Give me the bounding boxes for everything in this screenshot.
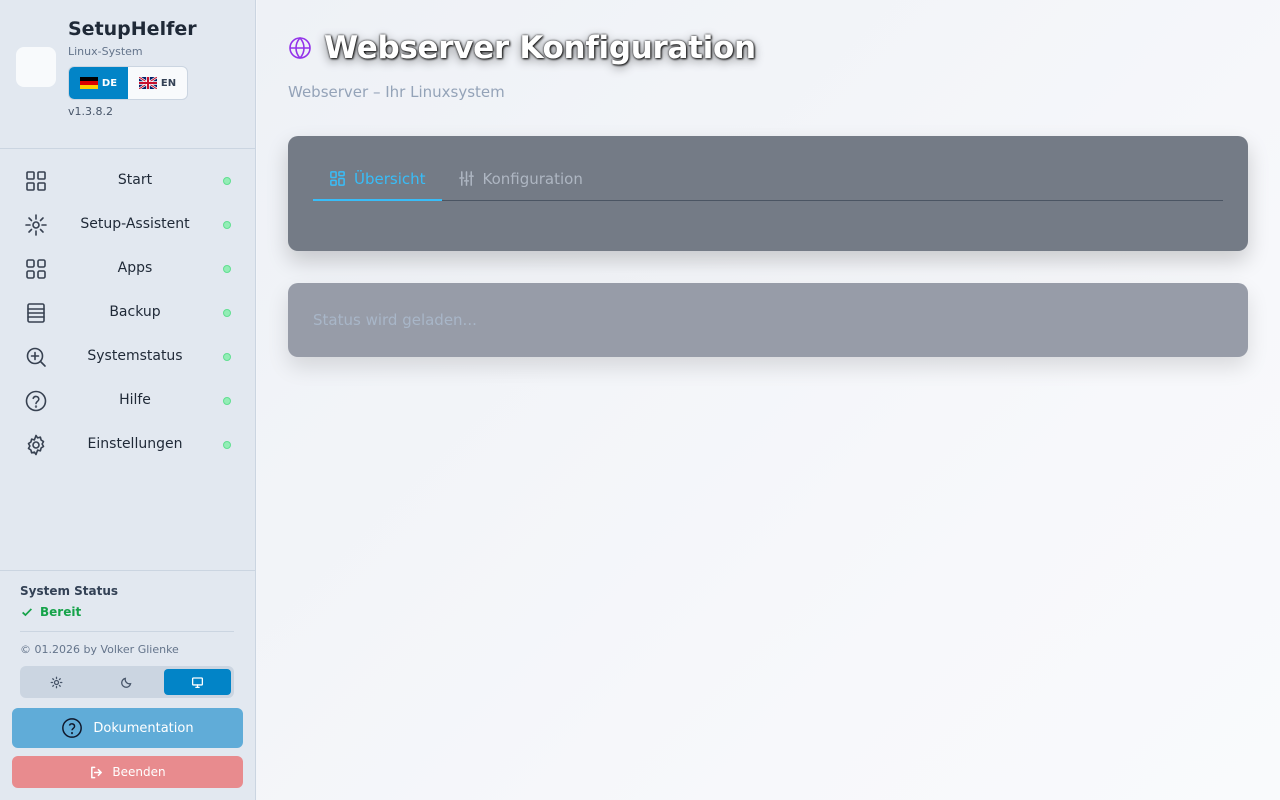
page-header: Webserver Konfiguration: [288, 30, 756, 66]
status-dot: [223, 177, 231, 185]
sidebar-item-label: Hilfe: [119, 392, 151, 408]
sidebar-nav: Start Setup-Assistent Apps Backup System…: [0, 159, 256, 467]
theme-dark-button[interactable]: [93, 669, 160, 695]
sliders-icon: [458, 171, 474, 186]
sidebar-item-systemstatus[interactable]: Systemstatus: [0, 335, 256, 379]
tab-overview-label: Übersicht: [354, 170, 426, 188]
status-dot: [223, 441, 231, 449]
documentation-button-label: Dokumentation: [93, 720, 194, 736]
dashboard-icon: [330, 171, 345, 186]
footer-divider: [20, 631, 234, 632]
theme-switcher: [20, 666, 234, 698]
sidebar-item-setup-assistent[interactable]: Setup-Assistent: [0, 203, 256, 247]
language-de-button[interactable]: DE: [69, 67, 128, 99]
page-subtitle: Webserver – Ihr Linuxsystem: [288, 83, 505, 101]
app-title: SetupHelfer: [68, 18, 197, 40]
documentation-button[interactable]: Dokumentation: [12, 708, 243, 748]
apps-icon: [24, 257, 48, 281]
sidebar-item-label: Apps: [117, 260, 153, 276]
sidebar-item-hilfe[interactable]: Hilfe: [0, 379, 256, 423]
system-status-title: System Status: [20, 584, 119, 598]
uk-flag-icon: [138, 77, 157, 89]
database-icon: [24, 301, 48, 325]
sidebar-item-backup[interactable]: Backup: [0, 291, 256, 335]
check-icon: [22, 608, 33, 617]
language-en-label: EN: [160, 77, 177, 89]
app-subtitle: Linux-System: [68, 45, 143, 58]
language-switcher: DE EN: [68, 66, 188, 100]
sidebar-item-label: Backup: [109, 304, 161, 320]
sidebar-item-label: Start: [117, 172, 153, 188]
tab-configuration[interactable]: Konfiguration: [442, 170, 599, 201]
app-logo: [16, 47, 56, 87]
logout-icon: [91, 766, 103, 778]
status-dot: [223, 353, 231, 361]
gear-icon: [24, 433, 48, 457]
exit-button-label: Beenden: [112, 765, 166, 779]
sun-icon: [50, 676, 63, 688]
language-de-label: DE: [101, 77, 118, 89]
sidebar-item-einstellungen[interactable]: Einstellungen: [0, 423, 256, 467]
page-title: Webserver Konfiguration: [324, 30, 756, 66]
germany-flag-icon: [79, 77, 98, 89]
status-dot: [223, 221, 231, 229]
sidebar-item-label: Setup-Assistent: [80, 216, 190, 232]
tab-bar: Übersicht Konfiguration: [313, 170, 1223, 201]
brand: SetupHelfer Linux-System DE EN v1.3.8.2: [16, 18, 246, 128]
copyright: © 01.2026 by Volker Glienke: [20, 643, 179, 656]
help-circle-icon: [24, 389, 48, 413]
exit-button[interactable]: Beenden: [12, 756, 243, 788]
sidebar-item-label: Systemstatus: [87, 348, 183, 364]
theme-system-button[interactable]: [163, 669, 231, 695]
theme-light-button[interactable]: [23, 669, 90, 695]
status-dot: [223, 309, 231, 317]
system-status-state: Bereit: [20, 605, 81, 619]
sidebar-divider: [0, 148, 256, 149]
app-version: v1.3.8.2: [68, 105, 113, 118]
wand-icon: [24, 213, 48, 237]
help-circle-icon: [62, 718, 83, 738]
tab-configuration-label: Konfiguration: [482, 170, 583, 188]
status-card: Status wird geladen...: [288, 283, 1248, 357]
language-en-button[interactable]: EN: [128, 67, 187, 99]
sidebar-item-apps[interactable]: Apps: [0, 247, 256, 291]
sidebar-item-start[interactable]: Start: [0, 159, 256, 203]
tabs-card: Übersicht Konfiguration: [288, 136, 1248, 251]
sidebar-divider: [0, 570, 256, 571]
globe-icon: [289, 36, 311, 60]
sidebar: SetupHelfer Linux-System DE EN v1.3.8.2 …: [0, 0, 256, 800]
system-status-label: Bereit: [40, 605, 82, 619]
sidebar-item-label: Einstellungen: [87, 436, 183, 452]
tab-overview[interactable]: Übersicht: [313, 170, 442, 201]
moon-icon: [121, 677, 132, 688]
status-dot: [223, 265, 231, 273]
monitor-icon: [191, 676, 203, 688]
status-loading-text: Status wird geladen...: [313, 311, 477, 329]
main-content: Webserver Konfiguration Webserver – Ihr …: [257, 0, 1280, 800]
zoom-in-icon: [24, 345, 48, 369]
grid-icon: [24, 169, 48, 193]
status-dot: [223, 397, 231, 405]
